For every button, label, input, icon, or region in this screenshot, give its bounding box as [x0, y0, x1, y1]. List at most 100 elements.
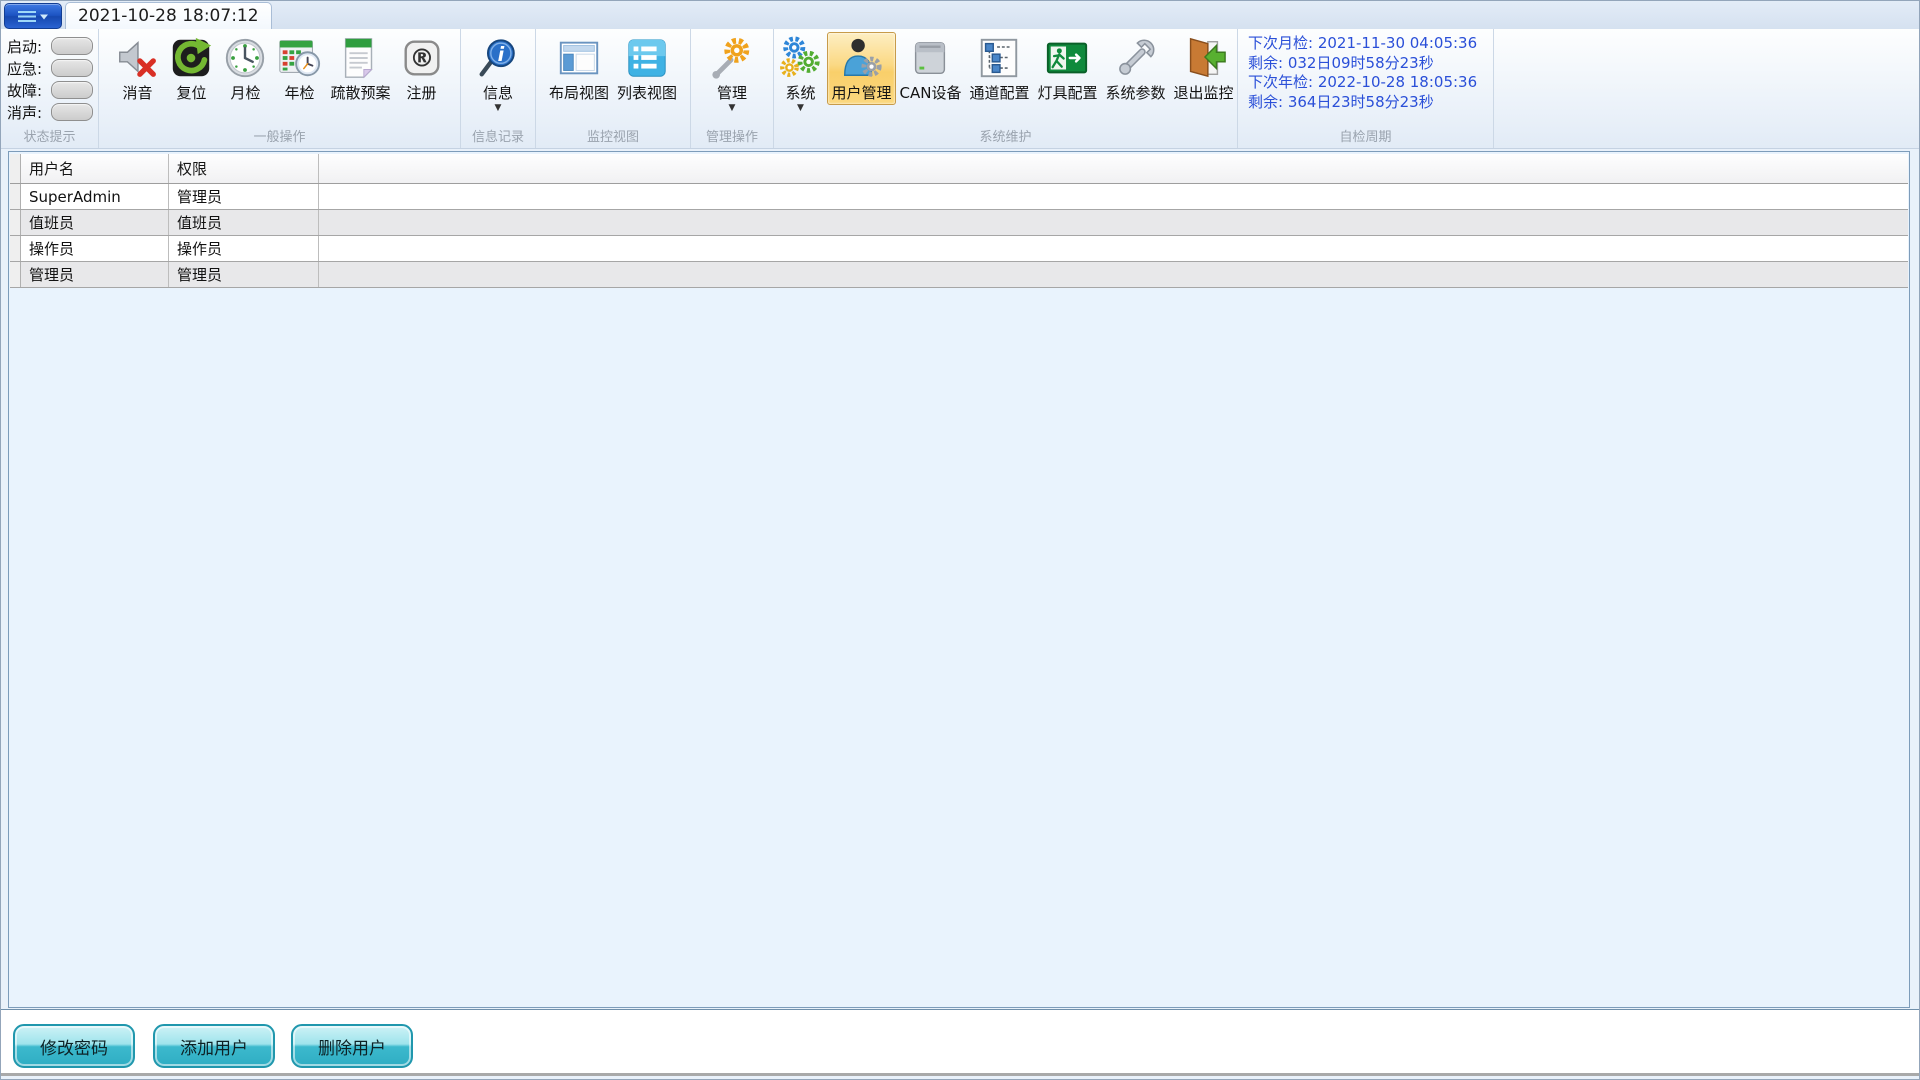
permission-cell: 管理员 — [169, 262, 319, 287]
layout-view-icon — [556, 35, 602, 81]
annual-remaining-text: 剩余: 364日23时58分23秒 — [1248, 93, 1493, 113]
ribbon-item-label: 复位 — [176, 84, 206, 102]
filler-cell — [319, 236, 1908, 261]
ribbon-item-label: 退出监控 — [1174, 84, 1234, 102]
table-row[interactable]: 管理员 管理员 — [10, 262, 1908, 288]
ribbon-item-channel-config[interactable]: 通道配置 — [965, 32, 1033, 105]
column-header-username[interactable]: 用户名 — [21, 154, 169, 183]
menu-list-icon — [15, 8, 51, 25]
ribbon-item-layout-view[interactable]: 布局视图 — [545, 32, 613, 105]
user-management-icon — [838, 35, 884, 81]
table-row[interactable]: 操作员 操作员 — [10, 236, 1908, 262]
channel-config-icon — [976, 35, 1022, 81]
ribbon-group-manage-ops: 管理 ▼ 管理操作 — [691, 29, 774, 148]
delete-user-button[interactable]: 删除用户 — [291, 1024, 413, 1068]
ribbon-item-label: 系统参数 — [1106, 84, 1166, 102]
group-label-general: 一般操作 — [99, 126, 460, 145]
ribbon-item-manage[interactable]: 管理 ▼ — [705, 32, 759, 116]
table-header-row: 用户名 权限 — [10, 154, 1908, 184]
status-row-emergency: 应急: — [7, 57, 98, 79]
manage-icon — [709, 35, 755, 81]
status-row-start: 启动: — [7, 35, 98, 57]
group-label-manage-ops: 管理操作 — [691, 126, 773, 145]
group-label-monitor-views: 监控视图 — [536, 126, 690, 145]
ribbon-item-label: 疏散预案 — [330, 84, 390, 102]
ribbon-item-monthly-check[interactable]: 月检 — [218, 32, 272, 105]
table-row[interactable]: SuperAdmin 管理员 — [10, 184, 1908, 210]
row-selector[interactable] — [10, 236, 21, 261]
group-label-system-maintenance: 系统维护 — [774, 126, 1237, 145]
filler-cell — [319, 262, 1908, 287]
svg-text:®: ® — [409, 44, 434, 73]
ribbon-item-lamp-config[interactable]: 灯具配置 — [1033, 32, 1101, 105]
ribbon-item-can-device[interactable]: CAN设备 — [896, 32, 966, 105]
username-cell: 值班员 — [21, 210, 169, 235]
ribbon-item-register[interactable]: ® 注册 — [395, 32, 449, 105]
row-selector-header — [10, 154, 21, 183]
ribbon-item-label: 信息 — [483, 84, 513, 102]
ribbon-item-system-params[interactable]: 系统参数 — [1102, 32, 1170, 105]
can-device-icon — [907, 35, 953, 81]
time-tab[interactable]: 2021-10-28 18:07:12 — [65, 2, 272, 29]
silence-led-indicator — [51, 103, 93, 121]
next-annual-check-text: 下次年检: 2022-10-28 18:05:36 — [1248, 73, 1493, 93]
row-selector[interactable] — [10, 184, 21, 209]
row-selector[interactable] — [10, 210, 21, 235]
system-icon — [777, 35, 823, 81]
permission-cell: 值班员 — [169, 210, 319, 235]
column-header-filler — [319, 154, 1908, 183]
ribbon-item-user-management[interactable]: 用户管理 — [827, 32, 895, 105]
ribbon-item-label: 消音 — [122, 84, 152, 102]
register-icon: ® — [399, 35, 445, 81]
status-row-fault: 故障: — [7, 79, 98, 101]
ribbon-item-info[interactable]: i 信息 ▼ — [471, 32, 525, 116]
monthly-remaining-text: 剩余: 032日09时58分23秒 — [1248, 54, 1493, 74]
permission-cell: 管理员 — [169, 184, 319, 209]
exit-monitor-icon — [1181, 35, 1227, 81]
username-cell: SuperAdmin — [21, 184, 169, 209]
change-password-button[interactable]: 修改密码 — [13, 1024, 135, 1068]
ribbon-item-evacuation-plan[interactable]: 疏散预案 — [326, 32, 394, 105]
permission-cell: 操作员 — [169, 236, 319, 261]
chevron-down-icon: ▼ — [729, 104, 736, 113]
info-icon: i — [475, 35, 521, 81]
status-label-emergency: 应急: — [7, 58, 51, 79]
ribbon-item-list-view[interactable]: 列表视图 — [613, 32, 681, 105]
ribbon-item-reset[interactable]: 复位 — [164, 32, 218, 105]
chevron-down-icon: ▼ — [495, 104, 502, 113]
ribbon-item-exit-monitor[interactable]: 退出监控 — [1170, 32, 1238, 105]
annual-check-icon — [276, 35, 322, 81]
start-led-indicator — [51, 37, 93, 55]
app-menu-button[interactable] — [4, 3, 62, 29]
fault-led-indicator — [51, 81, 93, 99]
ribbon-spacer — [1494, 29, 1919, 148]
ribbon-item-label: 管理 — [717, 84, 747, 102]
ribbon-item-system[interactable]: 系统 ▼ — [773, 32, 827, 116]
table-row[interactable]: 值班员 值班员 — [10, 210, 1908, 236]
ribbon-item-label: 列表视图 — [617, 84, 677, 102]
ribbon-item-label: CAN设备 — [900, 84, 962, 102]
evacuation-plan-icon — [337, 35, 383, 81]
footer-bar: 修改密码 添加用户 删除用户 — [1, 1009, 1919, 1076]
add-user-button[interactable]: 添加用户 — [153, 1024, 275, 1068]
system-params-icon — [1113, 35, 1159, 81]
ribbon-item-label: 灯具配置 — [1037, 84, 1097, 102]
username-cell: 操作员 — [21, 236, 169, 261]
ribbon-item-label: 年检 — [284, 84, 314, 102]
chevron-down-icon: ▼ — [797, 104, 804, 113]
ribbon-item-label: 系统 — [785, 84, 815, 102]
ribbon-item-annual-check[interactable]: 年检 — [272, 32, 326, 105]
content-panel: 用户名 权限 SuperAdmin 管理员 值班员 值班员 操作员 操作员 — [8, 151, 1910, 1008]
group-label-selfcheck: 自检周期 — [1238, 126, 1493, 145]
status-label-fault: 故障: — [7, 80, 51, 101]
row-selector[interactable] — [10, 262, 21, 287]
ribbon-group-general: 消音 复位 — [99, 29, 461, 148]
ribbon-item-mute[interactable]: 消音 — [110, 32, 164, 105]
app-window: 2021-10-28 18:07:12 启动: 应急: 故障: — [0, 0, 1920, 1080]
status-row-silence: 消声: — [7, 101, 98, 123]
status-label-start: 启动: — [7, 36, 51, 57]
group-label-info-record: 信息记录 — [461, 126, 535, 145]
column-header-permission[interactable]: 权限 — [169, 154, 319, 183]
user-table: 用户名 权限 SuperAdmin 管理员 值班员 值班员 操作员 操作员 — [10, 154, 1908, 288]
tab-label: 2021-10-28 18:07:12 — [78, 6, 259, 26]
